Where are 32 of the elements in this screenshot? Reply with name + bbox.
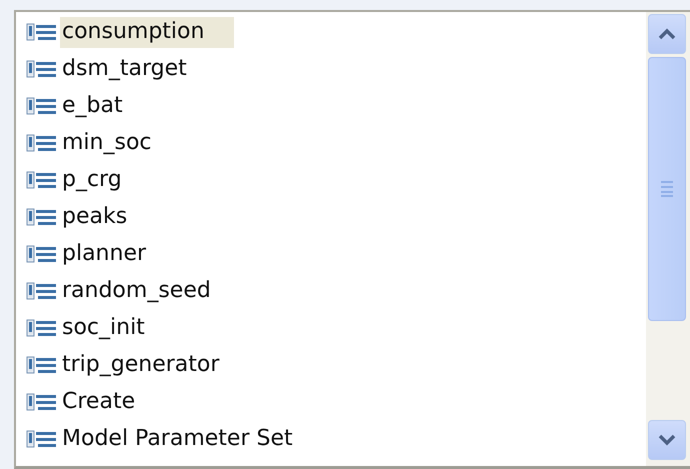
list-icon — [26, 206, 58, 228]
scroll-up-button[interactable] — [648, 14, 686, 54]
list-icon — [26, 354, 58, 376]
list-icon — [26, 428, 58, 450]
list-icon — [26, 58, 58, 80]
list-icon — [26, 22, 58, 44]
list-item[interactable]: trip_generator — [60, 350, 250, 381]
scroll-down-button[interactable] — [648, 420, 686, 460]
list-icon — [26, 170, 58, 192]
list-item[interactable]: peaks — [60, 202, 158, 233]
list-icon — [26, 280, 58, 302]
list-item[interactable]: planner — [60, 239, 176, 270]
list-icon — [26, 96, 58, 118]
list-icon — [26, 392, 58, 414]
list-box[interactable]: consumption dsm_target e_bat min_soc p_crg peaks planner random_seed soc_init trip_generator Create Model Parameter Set — [14, 10, 690, 469]
list-item[interactable]: Model Parameter Set — [60, 424, 323, 455]
list-icon — [26, 318, 58, 340]
list-item[interactable]: e_bat — [60, 91, 153, 122]
list-item[interactable]: soc_init — [60, 313, 175, 344]
list-item[interactable]: random_seed — [60, 276, 241, 307]
list-icon — [26, 132, 58, 154]
chevron-up-icon — [658, 28, 676, 40]
list-item[interactable]: p_crg — [60, 165, 152, 196]
scroll-thumb[interactable] — [648, 57, 686, 321]
list-item[interactable]: consumption — [60, 17, 234, 48]
list-item[interactable]: Create — [60, 387, 166, 418]
list-icon — [26, 244, 58, 266]
grip-icon — [660, 180, 674, 198]
vertical-scrollbar[interactable] — [646, 12, 690, 466]
list-item[interactable]: dsm_target — [60, 54, 217, 85]
chevron-down-icon — [658, 434, 676, 446]
list-item[interactable]: min_soc — [60, 128, 182, 159]
